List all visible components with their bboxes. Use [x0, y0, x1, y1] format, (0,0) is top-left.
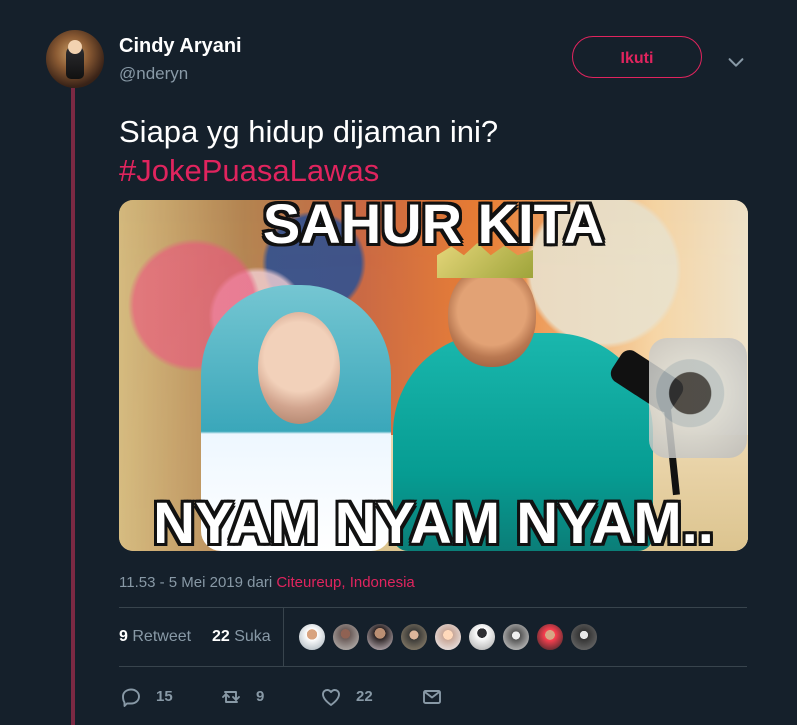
- liker-avatar[interactable]: [535, 622, 565, 652]
- actions-top-divider: [119, 666, 747, 667]
- retweet-label[interactable]: Retweet: [132, 628, 191, 645]
- retweet-icon: [222, 691, 240, 703]
- hashtag-link[interactable]: #JokePuasaLawas: [119, 151, 379, 190]
- tweet-actions: 15 9 22: [119, 685, 459, 709]
- like-label[interactable]: Suka: [234, 628, 270, 645]
- liker-avatar[interactable]: [297, 622, 327, 652]
- author-avatar[interactable]: [46, 30, 104, 88]
- avatar-face-shape: [68, 40, 82, 54]
- liker-avatar[interactable]: [569, 622, 599, 652]
- retweet-action-count: 9: [256, 688, 265, 705]
- liker-avatars: [297, 622, 599, 653]
- reply-count: 15: [156, 688, 173, 705]
- reply-icon: [122, 688, 140, 707]
- tweet-text: Siapa yg hidup dijaman ini? #JokePuasaLa…: [119, 112, 759, 190]
- location-link[interactable]: Citeureup, Indonesia: [276, 574, 414, 591]
- meme-bottom-text: NYAM NYAM NYAM..: [153, 491, 714, 552]
- heart-icon: [322, 689, 340, 706]
- tweet-text-line: Siapa yg hidup dijaman ini?: [119, 114, 499, 149]
- liker-avatar[interactable]: [467, 622, 497, 652]
- like-count[interactable]: 22: [212, 628, 230, 645]
- liker-avatar[interactable]: [399, 622, 429, 652]
- author-handle[interactable]: @nderyn: [119, 64, 188, 84]
- liker-avatar[interactable]: [501, 622, 531, 652]
- author-name[interactable]: Cindy Aryani: [119, 35, 242, 58]
- meme-man-face: [448, 265, 536, 367]
- meme-camera: [649, 338, 747, 458]
- tweet-timestamp: 11.53 - 5 Mei 2019 dari Citeureup, Indon…: [119, 574, 415, 591]
- follow-button[interactable]: Ikuti: [572, 36, 702, 78]
- tweet-page: Cindy Aryani @nderyn Ikuti Siapa yg hidu…: [0, 0, 797, 725]
- tweet-media[interactable]: SAHUR KITA NYAM NYAM NYAM..: [119, 200, 748, 551]
- like-action-count: 22: [356, 688, 373, 705]
- retweet-count[interactable]: 9: [119, 628, 128, 645]
- liker-avatar[interactable]: [433, 622, 463, 652]
- chevron-down-icon[interactable]: [725, 51, 747, 73]
- thread-line: [71, 88, 75, 725]
- timestamp-text: 11.53 - 5 Mei 2019 dari: [119, 574, 273, 591]
- stats-top-divider: [119, 607, 747, 608]
- tweet-stats: 9 Retweet 22 Suka: [119, 628, 271, 646]
- envelope-icon: [423, 690, 441, 704]
- stats-separator: [283, 608, 284, 666]
- meme-woman-face: [258, 312, 340, 424]
- meme-top-text: SAHUR KITA: [262, 200, 605, 255]
- liker-avatar[interactable]: [331, 622, 361, 652]
- liker-avatar[interactable]: [365, 622, 395, 652]
